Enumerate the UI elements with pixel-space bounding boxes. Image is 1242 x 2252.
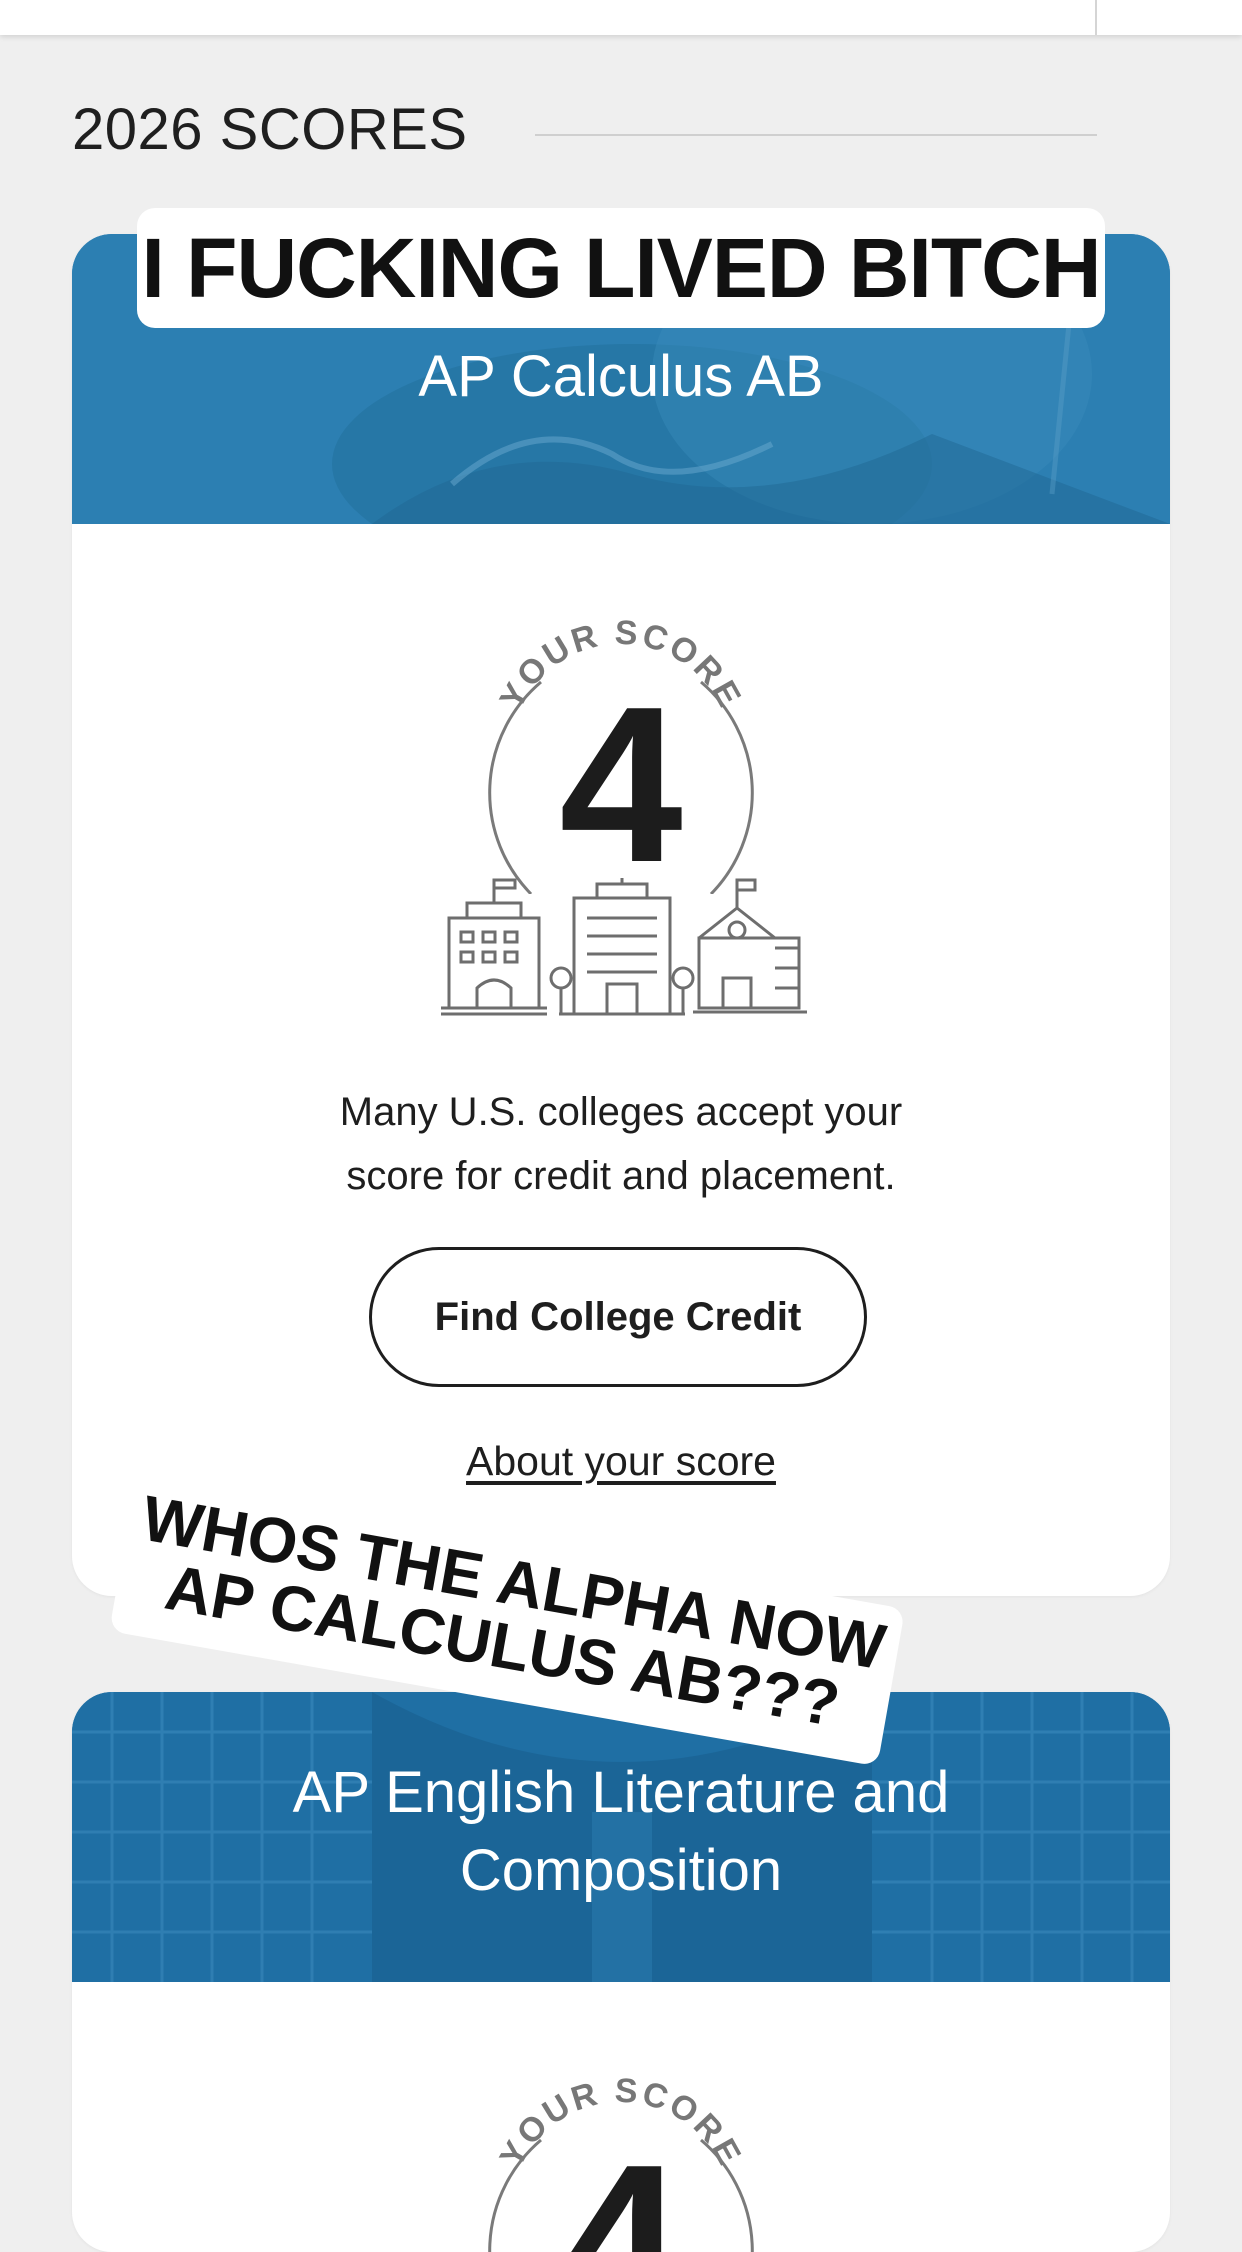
card-header: AP English Literature and Composition	[72, 1692, 1170, 1982]
course-title: AP English Literature and Composition	[72, 1754, 1170, 1910]
about-your-score-link[interactable]: About your score	[72, 1438, 1170, 1485]
section-divider	[535, 134, 1097, 136]
college-buildings-icon	[441, 878, 807, 1016]
score-card-calculus: AP Calculus AB YOUR SCORE 4 Many U.S. co…	[72, 234, 1170, 1596]
score-value: 4	[559, 661, 683, 909]
score-description: Many U.S. colleges accept your score for…	[72, 1080, 1170, 1208]
top-bar	[0, 0, 1242, 35]
course-title-line-1: AP English Literature and	[292, 1760, 950, 1825]
course-title: AP Calculus AB	[418, 344, 824, 409]
score-value: 4	[559, 2119, 683, 2252]
caption-sticker-top: I FUCKING LIVED BITCH	[137, 208, 1105, 328]
score-card-english-lit: AP English Literature and Composition YO…	[72, 1692, 1170, 2252]
course-title-line-2: Composition	[459, 1838, 783, 1903]
top-bar-divider	[1095, 0, 1097, 35]
score-description-line-1: Many U.S. colleges accept your	[339, 1090, 903, 1134]
score-description-line-2: score for credit and placement.	[346, 1154, 896, 1198]
find-college-credit-button[interactable]: Find College Credit	[369, 1247, 867, 1387]
section-title: 2026 SCORES	[72, 97, 468, 162]
